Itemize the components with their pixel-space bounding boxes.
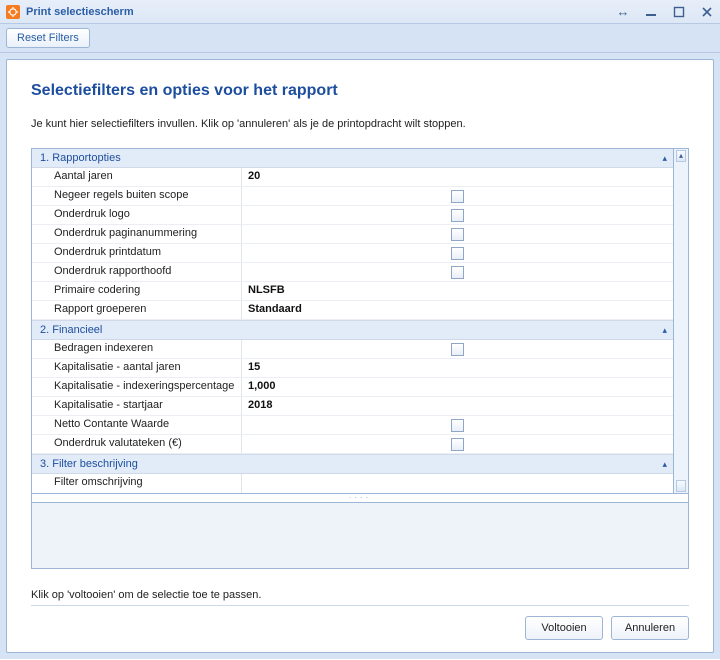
field-label: Bedragen indexeren [32, 340, 242, 358]
field-label: Onderdruk printdatum [32, 244, 242, 262]
checkbox[interactable] [451, 228, 464, 241]
section-label: 1. Rapportopties [40, 152, 662, 164]
checkbox[interactable] [451, 266, 464, 279]
row-negeer-scope[interactable]: Negeer regels buiten scope [32, 187, 673, 206]
section-rapportopties[interactable]: 1. Rapportopties ▴ [32, 149, 673, 168]
row-onderdruk-logo[interactable]: Onderdruk logo [32, 206, 673, 225]
field-label: Filter omschrijving [32, 474, 242, 493]
row-onderdruk-rapporthoofd[interactable]: Onderdruk rapporthoofd [32, 263, 673, 282]
cancel-button[interactable]: Annuleren [611, 616, 689, 640]
row-aantal-jaren[interactable]: Aantal jaren 20 [32, 168, 673, 187]
checkbox[interactable] [451, 419, 464, 432]
scroll-down-icon[interactable]: ▾ [674, 480, 688, 492]
resize-grip[interactable]: ···· [31, 494, 689, 503]
field-value[interactable] [242, 474, 673, 493]
field-value[interactable]: 2018 [242, 397, 673, 415]
row-ncw[interactable]: Netto Contante Waarde [32, 416, 673, 435]
section-filter-beschrijving[interactable]: 3. Filter beschrijving ▴ [32, 454, 673, 474]
close-icon[interactable] [700, 5, 714, 19]
footer: Voltooien Annuleren [31, 605, 689, 640]
checkbox[interactable] [451, 209, 464, 222]
row-primaire-codering[interactable]: Primaire codering NLSFB [32, 282, 673, 301]
field-value[interactable]: 20 [242, 168, 673, 186]
field-label: Netto Contante Waarde [32, 416, 242, 434]
field-label: Negeer regels buiten scope [32, 187, 242, 205]
checkbox[interactable] [451, 343, 464, 356]
row-kap-startjaar[interactable]: Kapitalisatie - startjaar 2018 [32, 397, 673, 416]
app-icon [6, 5, 20, 19]
checkbox[interactable] [451, 247, 464, 260]
row-onderdruk-printdatum[interactable]: Onderdruk printdatum [32, 244, 673, 263]
field-label: Kapitalisatie - indexeringspercentage [32, 378, 242, 396]
description-panel [31, 503, 689, 569]
finish-button[interactable]: Voltooien [525, 616, 603, 640]
scroll-up-icon[interactable]: ▴ [674, 150, 688, 162]
page-subtitle: Je kunt hier selectiefilters invullen. K… [31, 118, 689, 130]
row-kap-aantal-jaren[interactable]: Kapitalisatie - aantal jaren 15 [32, 359, 673, 378]
row-bedragen-indexeren[interactable]: Bedragen indexeren [32, 340, 673, 359]
field-label: Onderdruk paginanummering [32, 225, 242, 243]
section-label: 2. Financieel [40, 324, 662, 336]
hint-text: Klik op 'voltooien' om de selectie toe t… [31, 589, 689, 601]
row-kap-index-perc[interactable]: Kapitalisatie - indexeringspercentage 1,… [32, 378, 673, 397]
field-value[interactable]: Standaard [242, 301, 673, 319]
row-onderdruk-valuta[interactable]: Onderdruk valutateken (€) [32, 435, 673, 454]
chevron-up-icon: ▴ [662, 153, 667, 164]
field-label: Onderdruk rapporthoofd [32, 263, 242, 281]
field-label: Primaire codering [32, 282, 242, 300]
field-label: Rapport groeperen [32, 301, 242, 319]
field-value[interactable]: 15 [242, 359, 673, 377]
section-label: 3. Filter beschrijving [40, 458, 662, 470]
maximize-icon[interactable] [672, 5, 686, 19]
row-onderdruk-pagina[interactable]: Onderdruk paginanummering [32, 225, 673, 244]
row-rapport-groeperen[interactable]: Rapport groeperen Standaard [32, 301, 673, 320]
resize-horizontal-icon[interactable]: ↔ [616, 5, 630, 19]
section-financieel[interactable]: 2. Financieel ▴ [32, 320, 673, 340]
page-title: Selectiefilters en opties voor het rappo… [31, 82, 689, 100]
toolbar: Reset Filters [0, 24, 720, 53]
titlebar: Print selectiescherm ↔ [0, 0, 720, 24]
checkbox[interactable] [451, 190, 464, 203]
field-label: Onderdruk logo [32, 206, 242, 224]
scrollbar[interactable]: ▴ ▾ [674, 149, 688, 493]
checkbox[interactable] [451, 438, 464, 451]
reset-filters-button[interactable]: Reset Filters [6, 28, 90, 48]
field-label: Kapitalisatie - aantal jaren [32, 359, 242, 377]
chevron-up-icon: ▴ [662, 325, 667, 336]
field-label: Kapitalisatie - startjaar [32, 397, 242, 415]
chevron-up-icon: ▴ [662, 459, 667, 470]
field-value[interactable]: 1,000 [242, 378, 673, 396]
field-label: Aantal jaren [32, 168, 242, 186]
row-filter-omschrijving[interactable]: Filter omschrijving [32, 474, 673, 493]
property-grid: 1. Rapportopties ▴ Aantal jaren 20 Negee… [31, 148, 689, 494]
minimize-icon[interactable] [644, 5, 658, 19]
field-value[interactable]: NLSFB [242, 282, 673, 300]
field-label: Onderdruk valutateken (€) [32, 435, 242, 453]
window-title: Print selectiescherm [26, 6, 616, 18]
